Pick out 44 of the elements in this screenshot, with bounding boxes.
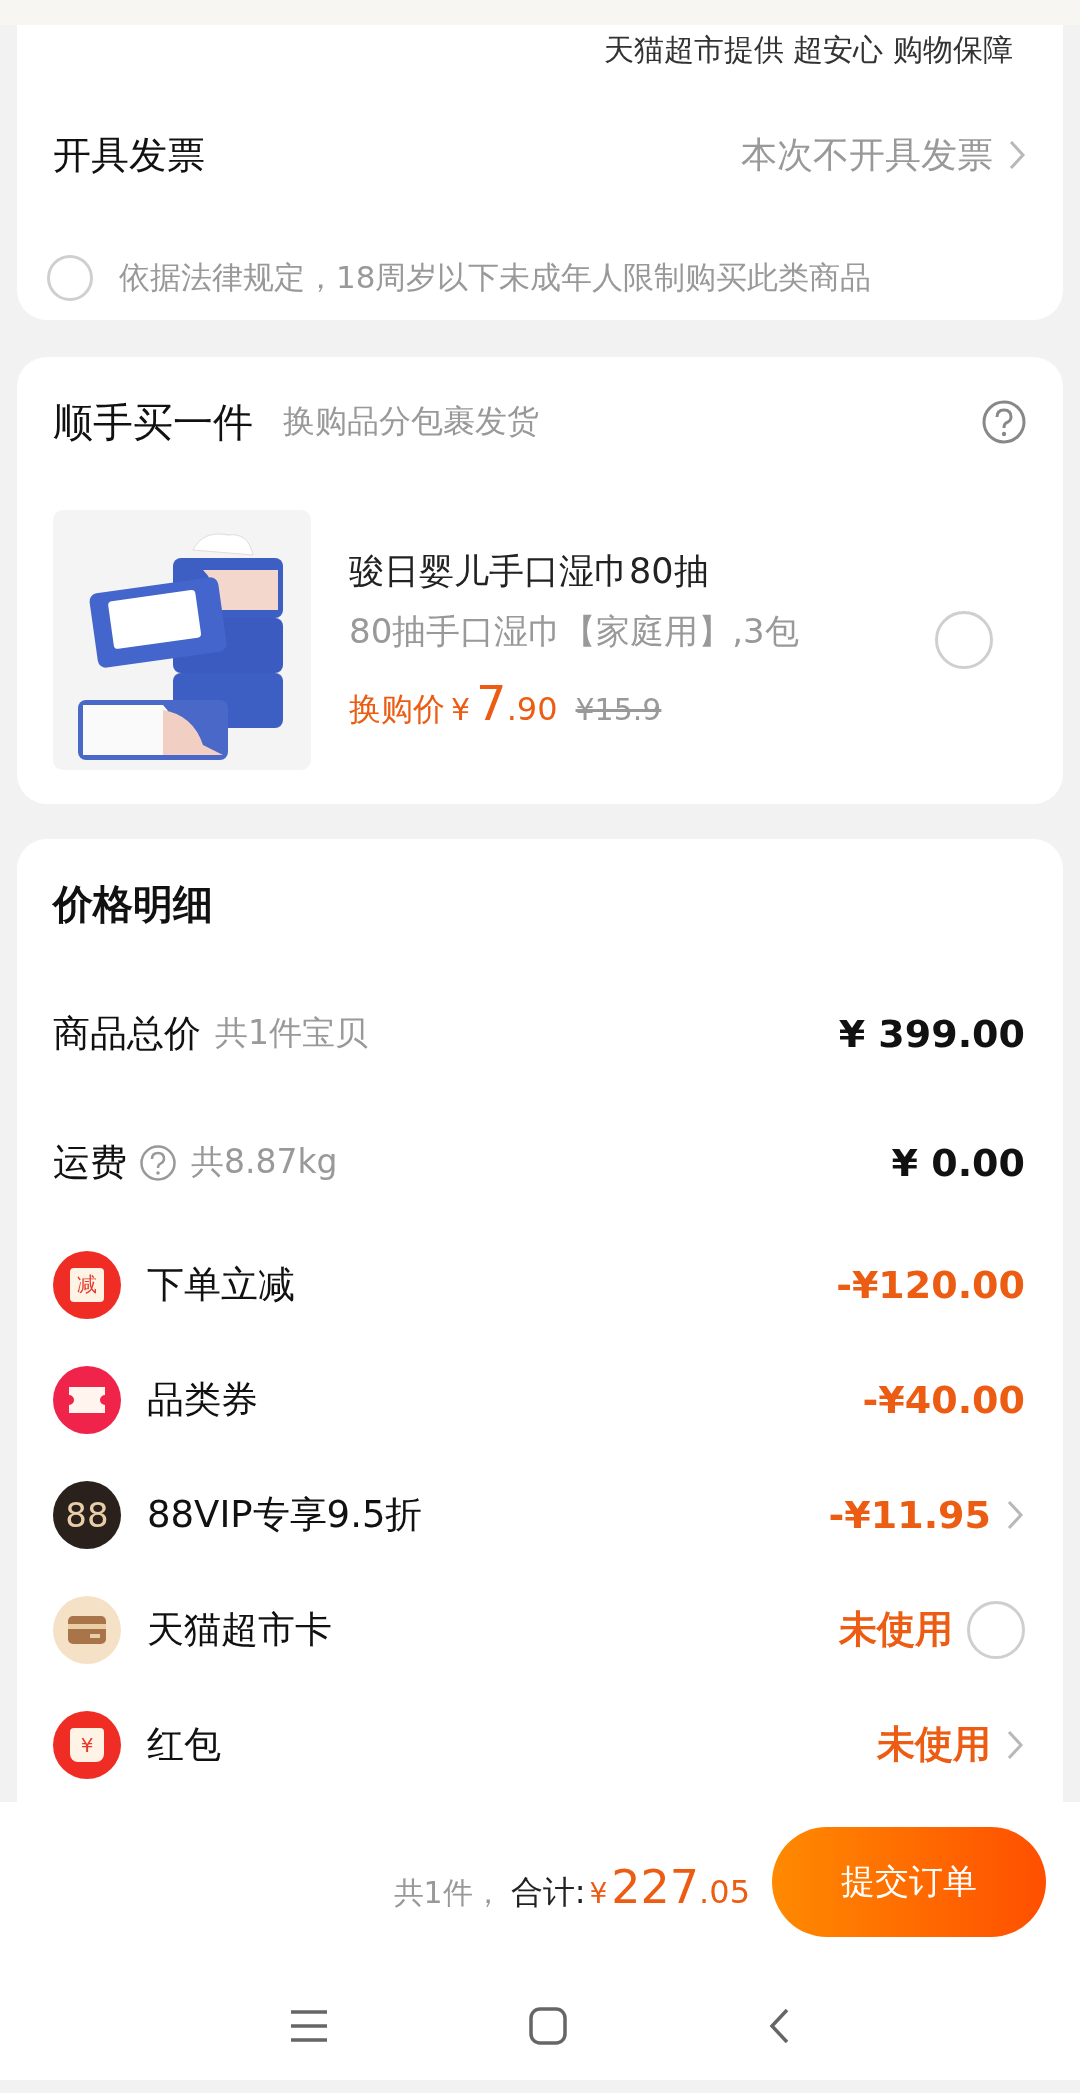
fee-amount: -¥40.00 [862,1377,1025,1422]
select-radio[interactable] [935,611,993,669]
chevron-icon [1007,138,1027,172]
fee-note: 共1件宝贝 [215,1012,368,1054]
fee-amount: 未使用 [877,1721,991,1768]
age-confirm-radio[interactable] [47,254,93,301]
section-title: 价格明细 [51,879,214,929]
submit-order-button[interactable]: 提交订单 [772,1827,1046,1937]
badge-text: 88 [65,1494,109,1535]
section-subtitle: 换购品分包裹发货 [283,401,540,442]
fee-note: 共8.87kg [191,1141,338,1183]
fee-label: 商品总价 [53,1010,201,1057]
total-price: ¥227.05 [588,1859,750,1914]
section-title: 顺手买一件 [53,397,253,447]
help-icon[interactable] [981,399,1027,445]
invoice-value[interactable]: 本次不开具发票 [741,130,993,180]
menu-icon[interactable] [289,2009,329,2043]
price-label: 换购价 [349,689,445,730]
help-icon[interactable] [139,1143,177,1182]
badge-text: ¥ [70,1727,104,1762]
fee-label: 天猫超市卡 [147,1606,332,1653]
fee-amount: -¥11.95 [828,1492,991,1537]
product-name: 骏日婴儿手口湿巾80抽 [349,550,710,593]
age-restriction-text: 依据法律规定，18周岁以下未成年人限制购买此类商品 [119,257,872,297]
fee-label: 红包 [147,1721,221,1768]
fee-amount: ¥ 0.00 [891,1140,1025,1185]
exchange-price: ¥7.90 [450,675,558,731]
original-price: ¥15.9 [575,692,662,727]
fee-label: 运费 [53,1139,127,1186]
home-icon[interactable] [529,2007,567,2045]
fee-label: 下单立减 [147,1261,295,1308]
badge-text: 减 [70,1267,104,1302]
product-spec: 80抽手口湿巾【家庭用】,3包 [349,610,800,653]
back-icon[interactable] [767,2007,791,2045]
fee-amount: -¥120.00 [836,1262,1025,1307]
fee-amount: 未使用 [839,1606,953,1653]
guarantee-text: 天猫超市提供 超安心 购物保障 [603,30,1013,69]
item-count: 共1件， [393,1873,503,1912]
fee-label: 品类券 [147,1376,258,1423]
fee-label: 88VIP专享9.5折 [147,1491,423,1538]
total-label: 合计: [510,1871,586,1913]
fee-amount: ¥ 399.00 [838,1011,1025,1056]
invoice-label: 开具发票 [53,131,206,179]
use-card-radio[interactable] [967,1600,1025,1659]
